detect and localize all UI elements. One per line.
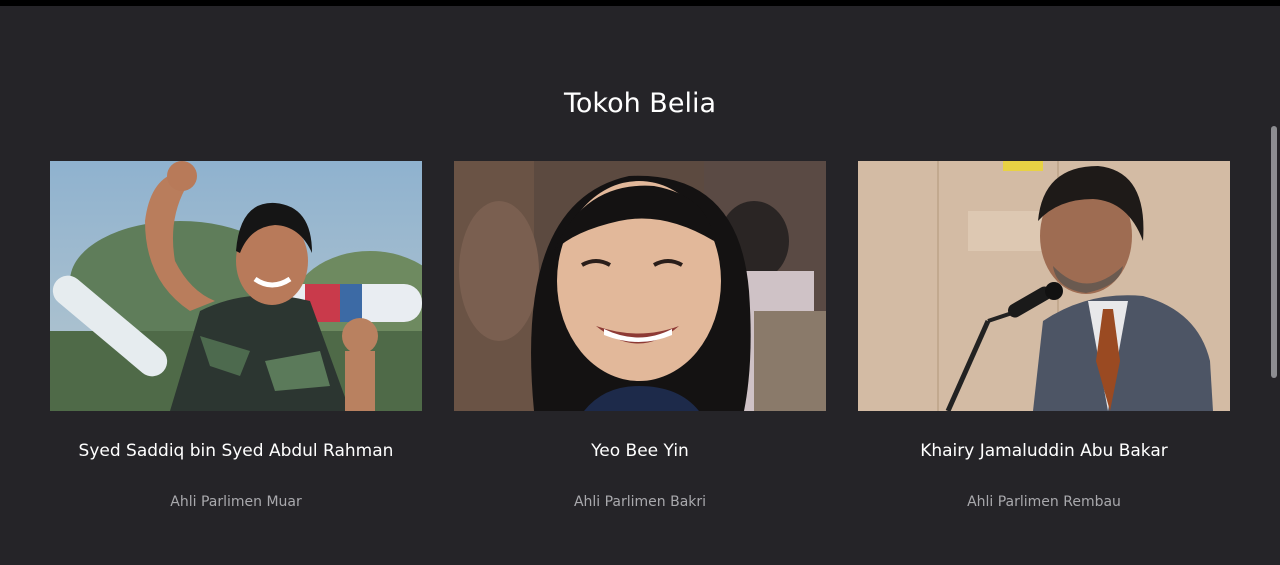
person-name[interactable]: Khairy Jamaluddin Abu Bakar <box>838 441 1250 461</box>
person-role: Ahli Parlimen Rembau <box>967 494 1121 510</box>
person-card-1[interactable]: Syed Saddiq bin Syed Abdul Rahman Ahli P… <box>50 161 422 510</box>
person-role: Ahli Parlimen Bakri <box>573 494 707 510</box>
section-title: Tokoh Belia <box>564 88 716 119</box>
youth-figures-section: Tokoh Belia Syed Saddiq bin Syed Abdul R… <box>0 6 1280 565</box>
scrollbar[interactable] <box>1271 126 1277 378</box>
person-photo[interactable] <box>50 161 422 411</box>
person-card-3[interactable]: Khairy Jamaluddin Abu Bakar Ahli Parlime… <box>858 161 1230 510</box>
person-name[interactable]: Yeo Bee Yin <box>434 441 846 461</box>
person-photo[interactable] <box>454 161 826 411</box>
person-photo[interactable] <box>858 161 1230 411</box>
person-name[interactable]: Syed Saddiq bin Syed Abdul Rahman <box>30 441 442 461</box>
person-role: Ahli Parlimen Muar <box>170 494 302 510</box>
person-card-2[interactable]: Yeo Bee Yin Ahli Parlimen Bakri <box>454 161 826 510</box>
